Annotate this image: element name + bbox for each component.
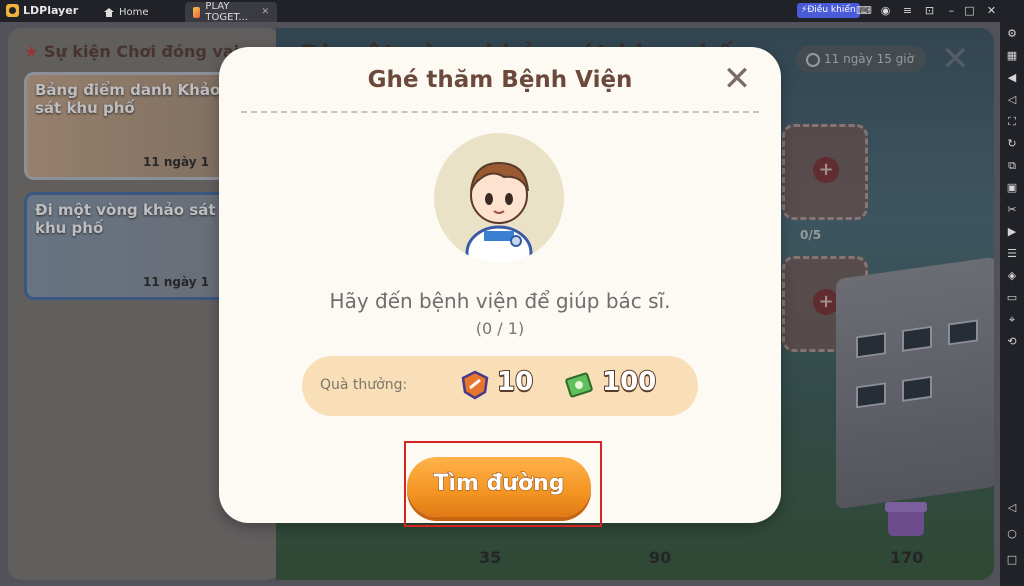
location-icon[interactable]: ⌖ xyxy=(1004,312,1020,328)
title-bar: LDPlayer Home PLAY TOGET... ✕ ⚡Điều khiể… xyxy=(0,0,1024,23)
volume-up-icon[interactable]: ◀ xyxy=(1004,70,1020,86)
tab-close-icon[interactable]: ✕ xyxy=(261,7,269,17)
doctor-avatar xyxy=(434,133,564,263)
keyboard-icon[interactable]: ▦ xyxy=(1004,48,1020,64)
emulator-window: LDPlayer Home PLAY TOGET... ✕ ⚡Điều khiể… xyxy=(0,0,1024,586)
sync-icon[interactable]: ↻ xyxy=(1004,136,1020,152)
rotate-icon[interactable]: ⟲ xyxy=(1004,334,1020,350)
doctor-portrait-icon xyxy=(465,161,533,263)
back-icon[interactable]: ◁ xyxy=(1004,500,1020,516)
task-description: Hãy đến bệnh viện để giúp bác sĩ. xyxy=(329,289,671,313)
dialog-title: Ghé thăm Bệnh Viện xyxy=(367,67,633,93)
dialog-close-icon[interactable]: ✕ xyxy=(719,61,755,97)
multi-instance-icon[interactable]: ⧉ xyxy=(1004,158,1020,174)
reward-cash-value: 100 xyxy=(601,366,657,398)
control-mode-button[interactable]: ⚡Điều khiển xyxy=(797,3,860,18)
apk-icon[interactable]: ▣ xyxy=(1004,180,1020,196)
volume-down-icon[interactable]: ◁ xyxy=(1004,92,1020,108)
badge-icon xyxy=(461,370,489,400)
macro-icon[interactable]: ☰ xyxy=(1004,246,1020,262)
record-icon[interactable]: ▶ xyxy=(1004,224,1020,240)
scissors-icon[interactable]: ✂ xyxy=(1004,202,1020,218)
home-icon xyxy=(104,7,114,17)
screenshot-icon[interactable]: ⛶ xyxy=(1004,114,1020,130)
gamepad-icon[interactable]: ⌨ xyxy=(856,3,872,18)
close-window-icon[interactable]: ✕ xyxy=(984,3,999,18)
recents-icon[interactable]: □ xyxy=(1004,552,1020,568)
shake-icon[interactable]: ◈ xyxy=(1004,268,1020,284)
settings-icon[interactable]: ⚙ xyxy=(1004,26,1020,42)
tab-game[interactable]: PLAY TOGET... ✕ xyxy=(185,1,277,23)
app-logo: LDPlayer xyxy=(6,4,78,17)
control-mode-label: Điều khiển xyxy=(807,5,856,15)
task-progress: (0 / 1) xyxy=(475,319,525,338)
folder-icon[interactable]: ▭ xyxy=(1004,290,1020,306)
ldplayer-logo-icon xyxy=(6,4,19,17)
reward-bar: Quà thưởng: 10 100 xyxy=(302,356,698,416)
dialog-divider xyxy=(241,111,759,113)
highlight-box xyxy=(404,441,602,527)
tab-home-label: Home xyxy=(119,6,149,18)
pin-icon[interactable]: ⊡ xyxy=(922,3,937,18)
tab-game-label: PLAY TOGET... xyxy=(205,1,248,23)
account-icon[interactable]: ◉ xyxy=(878,3,893,18)
maximize-icon[interactable]: □ xyxy=(962,3,977,18)
cash-icon xyxy=(565,372,593,398)
app-name: LDPlayer xyxy=(23,4,79,17)
home-nav-icon[interactable]: ○ xyxy=(1004,526,1020,542)
menu-icon[interactable]: ≡ xyxy=(900,3,915,18)
emulator-sidebar: ⚙ ▦ ◀ ◁ ⛶ ↻ ⧉ ▣ ✂ ▶ ☰ ◈ ▭ ⌖ ⟲ ◁ ○ □ xyxy=(1000,22,1024,586)
tab-home[interactable]: Home xyxy=(96,2,176,22)
minimize-icon[interactable]: – xyxy=(944,3,959,18)
game-thumbnail-icon xyxy=(193,6,201,18)
reward-badge-value: 10 xyxy=(496,366,534,398)
reward-label: Quà thưởng: xyxy=(320,377,408,393)
